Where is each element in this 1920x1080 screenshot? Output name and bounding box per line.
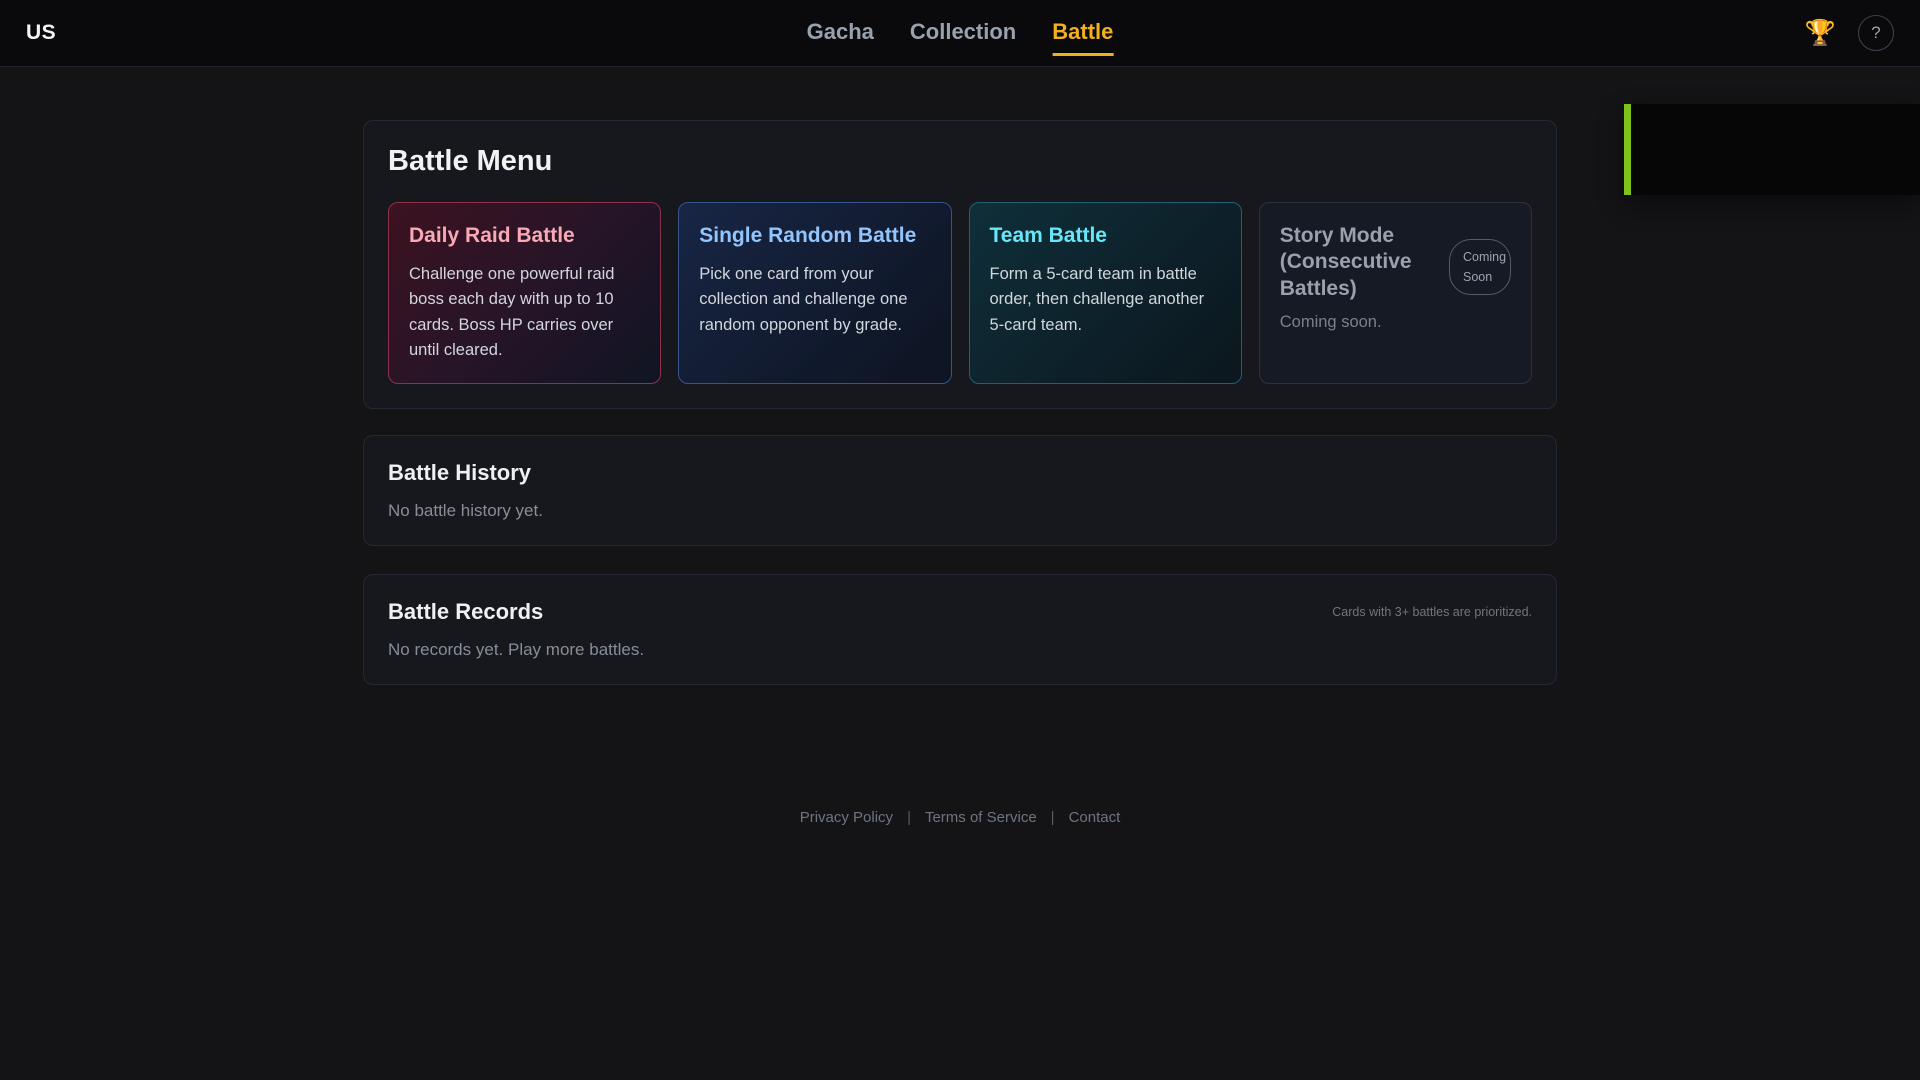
card-title: Daily Raid Battle [409,223,640,249]
footer-link-privacy-policy[interactable]: Privacy Policy [794,809,899,826]
nav-actions: 🏆 ? [1805,15,1894,51]
battle-records-empty-text: No records yet. Play more battles. [388,640,1532,660]
story-card-header: Story Mode (Consecutive Battles) Coming … [1280,223,1511,310]
tab-gacha[interactable]: Gacha [807,11,874,56]
main-content: Battle Menu Daily Raid Battle Challenge … [363,120,1557,826]
footer: Privacy Policy|Terms of Service|Contact [363,809,1557,826]
card-title: Story Mode (Consecutive Battles) [1280,223,1420,302]
battle-history-panel: Battle History No battle history yet. [363,435,1557,546]
battle-menu-panel: Battle Menu Daily Raid Battle Challenge … [363,120,1557,409]
footer-link-contact[interactable]: Contact [1063,809,1127,826]
coming-soon-badge: Coming Soon [1449,239,1511,295]
battle-records-note: Cards with 3+ battles are prioritized. [1332,605,1532,619]
card-title: Team Battle [990,223,1221,249]
card-description: Form a 5-card team in battle order, then… [990,262,1221,338]
card-single-random-battle[interactable]: Single Random Battle Pick one card from … [678,202,951,384]
footer-link-terms-of-service[interactable]: Terms of Service [919,809,1043,826]
card-description: Challenge one powerful raid boss each da… [409,262,640,363]
battle-history-empty-text: No battle history yet. [388,501,1532,521]
top-nav: US Gacha Collection Battle 🏆 ? [0,0,1920,67]
battle-records-header: Battle Records Cards with 3+ battles are… [388,599,1532,625]
footer-separator: | [899,809,919,826]
card-story-mode: Story Mode (Consecutive Battles) Coming … [1259,202,1532,384]
battle-records-title: Battle Records [388,599,543,625]
battle-history-title: Battle History [388,460,1532,486]
tab-battle[interactable]: Battle [1052,11,1113,56]
footer-separator: | [1043,809,1063,826]
card-description: Pick one card from your collection and c… [699,262,930,338]
app-logo[interactable]: US [26,21,56,45]
nav-tabs: Gacha Collection Battle [807,0,1114,66]
trophy-icon[interactable]: 🏆 [1805,21,1836,46]
card-daily-raid-battle[interactable]: Daily Raid Battle Challenge one powerful… [388,202,661,384]
battle-mode-cards: Daily Raid Battle Challenge one powerful… [388,202,1532,384]
tab-collection[interactable]: Collection [910,11,1016,56]
help-button[interactable]: ? [1858,15,1894,51]
battle-records-panel: Battle Records Cards with 3+ battles are… [363,574,1557,685]
card-team-battle[interactable]: Team Battle Form a 5-card team in battle… [969,202,1242,384]
notification-toast [1624,104,1920,195]
battle-menu-title: Battle Menu [388,145,1532,178]
card-description: Coming soon. [1280,310,1511,335]
card-title: Single Random Battle [699,223,930,249]
